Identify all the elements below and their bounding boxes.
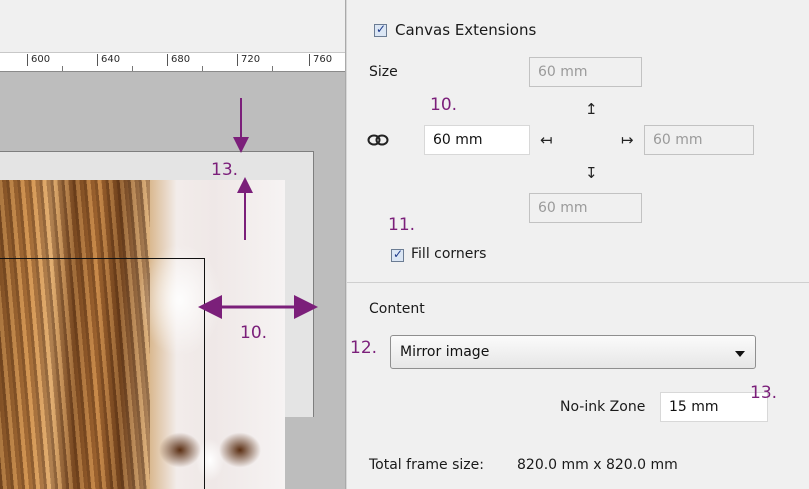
arrow-down-bar-icon: ↧ <box>585 164 598 182</box>
content-label: Content <box>369 301 425 317</box>
content-dropdown[interactable]: Mirror image <box>390 335 756 369</box>
fill-corners-label: Fill corners <box>411 246 487 262</box>
canvas-extensions-checkbox[interactable]: ✓ <box>374 22 387 37</box>
section-separator <box>347 282 809 283</box>
no-ink-zone-label: No-ink Zone <box>560 399 646 415</box>
canvas-extensions-label: Canvas Extensions <box>395 21 537 39</box>
left-extension-field[interactable]: 60 mm <box>424 125 530 155</box>
annotation-arrows <box>198 98 318 319</box>
fill-corners-checkbox[interactable]: ✓ <box>391 247 404 262</box>
annotation-number: 10. <box>240 323 268 343</box>
arrow-right-bar-icon: ↦ <box>621 131 634 149</box>
arrow-left-bar-icon: ↤ <box>540 131 553 149</box>
total-frame-size-label: Total frame size: <box>369 457 484 473</box>
content-selected-value: Mirror image <box>400 344 490 360</box>
checkmark-icon: ✓ <box>393 247 404 261</box>
total-frame-size-value: 820.0 mm x 820.0 mm <box>517 457 678 473</box>
canvas-preview-pane: 600 640 680 720 760 13. 10. <box>0 0 345 489</box>
annotation-number: 13. <box>750 383 778 403</box>
arrow-up-bar-icon: ↥ <box>585 100 598 118</box>
annotation-number: 13. <box>211 160 239 180</box>
top-extension-field[interactable]: 60 mm <box>529 57 642 87</box>
annotation-number: 10. <box>430 95 458 115</box>
bottom-extension-field[interactable]: 60 mm <box>529 193 642 223</box>
chain-link-icon[interactable] <box>367 133 389 147</box>
checkmark-icon: ✓ <box>376 22 387 36</box>
right-extension-field[interactable]: 60 mm <box>644 125 754 155</box>
canvas-extension-settings-panel: ✓ Canvas Extensions Size 60 mm 10. ↥ 60 … <box>347 0 809 489</box>
size-label: Size <box>369 64 398 80</box>
annotation-number: 11. <box>388 215 416 235</box>
annotation-number: 12. <box>350 338 378 358</box>
chevron-down-icon <box>735 351 745 357</box>
